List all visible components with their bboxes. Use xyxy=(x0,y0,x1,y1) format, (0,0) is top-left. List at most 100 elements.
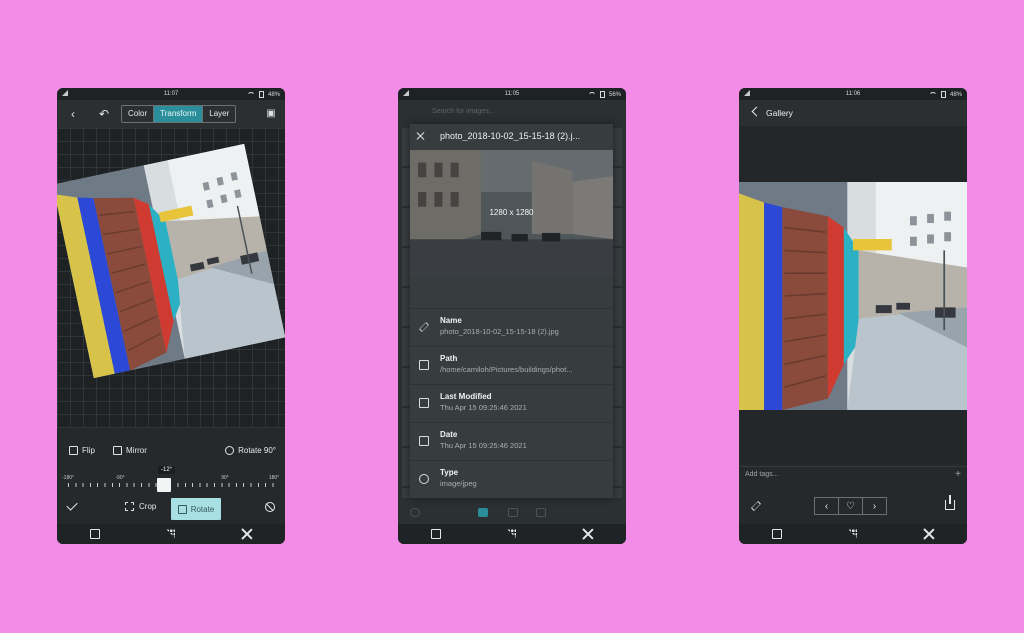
transform-controls: Flip Mirror Rotate 90° xyxy=(57,444,285,460)
image-info-dialog: photo_2018-10-02_15-15-18 (2).j... 1280 … xyxy=(410,124,613,498)
rotated-photo xyxy=(57,144,285,378)
mirror-label: Mirror xyxy=(126,446,147,455)
crop-button[interactable]: Crop xyxy=(125,502,156,511)
tab-folders-icon[interactable] xyxy=(536,508,546,517)
info-row-date[interactable]: Date Thu Apr 15 09:25:46 2021 xyxy=(410,422,613,460)
overview-icon[interactable] xyxy=(89,528,101,540)
ruler-label: -90° xyxy=(115,475,125,481)
rotate90-label: Rotate 90° xyxy=(238,446,276,455)
rotate-icon xyxy=(225,446,235,455)
folder-icon xyxy=(419,360,429,370)
info-value: image/jpeg xyxy=(440,479,477,488)
apply-check-icon[interactable] xyxy=(66,499,78,511)
info-row-name[interactable]: Name photo_2018-10-02_15-15-18 (2).jpg xyxy=(410,308,613,346)
calendar-icon xyxy=(419,436,429,446)
search-input[interactable]: Search for images... xyxy=(406,104,618,120)
calendar-edit-icon xyxy=(419,398,429,408)
undo-icon[interactable]: ↶ xyxy=(97,107,111,121)
rotate-label: Rotate xyxy=(190,504,215,514)
rotation-ruler[interactable]: -180° -90° 90° 180° -12° xyxy=(62,466,280,494)
info-value: photo_2018-10-02_15-15-18 (2).jpg xyxy=(440,327,559,336)
crop-label: Crop xyxy=(139,502,157,511)
rotation-value: -12° xyxy=(158,466,176,474)
wifi-icon xyxy=(246,91,255,98)
battery-icon xyxy=(599,91,605,98)
ruler-label: 180° xyxy=(268,475,280,481)
info-key: Date xyxy=(440,430,458,439)
next-button[interactable]: › xyxy=(862,497,887,515)
page-title[interactable]: Gallery xyxy=(766,108,793,118)
tab-tags-icon[interactable] xyxy=(508,508,518,517)
tags-input[interactable]: Add tags... + xyxy=(739,466,967,484)
rotate90-button[interactable]: Rotate 90° xyxy=(225,446,276,455)
favorite-button[interactable]: ♡ xyxy=(838,497,863,515)
viewer-toolbar: Gallery xyxy=(739,100,967,126)
battery-percent: 48% xyxy=(949,91,962,98)
editor-toolbar: ‹ ↶ Color Transform Layer ▣ xyxy=(57,100,285,128)
home-icon[interactable] xyxy=(506,528,518,540)
overview-icon[interactable] xyxy=(430,528,442,540)
info-key: Type xyxy=(440,468,459,477)
overview-icon[interactable] xyxy=(771,528,783,540)
dialog-header: photo_2018-10-02_15-15-18 (2).j... xyxy=(410,124,613,150)
tab-layer[interactable]: Layer xyxy=(203,106,235,122)
battery-icon xyxy=(258,91,264,98)
dialog-preview: 1280 x 1280 xyxy=(410,150,613,276)
save-icon[interactable]: ▣ xyxy=(264,107,278,121)
edit-canvas[interactable] xyxy=(57,128,285,428)
tab-gallery-icon[interactable] xyxy=(478,508,488,517)
back-icon[interactable]: ‹ xyxy=(66,107,80,121)
pencil-icon xyxy=(419,322,429,332)
info-key: Name xyxy=(440,316,462,325)
tab-transform[interactable]: Transform xyxy=(154,106,204,122)
ruler-ticks xyxy=(68,483,274,487)
system-nav-bar xyxy=(398,524,626,544)
edit-icon[interactable] xyxy=(751,501,761,511)
dialog-title: photo_2018-10-02_15-15-18 (2).j... xyxy=(440,131,581,141)
battery-icon xyxy=(940,91,946,98)
close-icon[interactable] xyxy=(416,131,426,141)
viewer-photo xyxy=(739,182,967,410)
mirror-button[interactable]: Mirror xyxy=(113,446,147,455)
info-row-type[interactable]: Type image/jpeg xyxy=(410,460,613,498)
viewer-actions: ‹ ♡ › xyxy=(739,495,967,518)
close-app-icon[interactable] xyxy=(241,528,253,540)
mirror-icon xyxy=(113,446,122,455)
info-row-path[interactable]: Path /home/camiloh/Pictures/buildings/ph… xyxy=(410,346,613,384)
flip-label: Flip xyxy=(82,446,95,455)
rotate-tool-icon xyxy=(177,504,187,514)
info-key: Last Modified xyxy=(440,392,492,401)
home-icon[interactable] xyxy=(847,528,859,540)
rotation-handle[interactable] xyxy=(157,478,171,492)
image-viewer[interactable] xyxy=(739,126,967,464)
tab-browse-icon[interactable] xyxy=(410,508,420,517)
rotate-button[interactable]: Rotate xyxy=(171,498,221,520)
cancel-icon[interactable] xyxy=(265,502,275,512)
info-value: /home/camiloh/Pictures/buildings/phot... xyxy=(440,365,573,374)
status-bar: 11:06 48% xyxy=(739,88,967,100)
info-value: Thu Apr 15 09:25:46 2021 xyxy=(440,441,527,450)
ruler-label: -180° xyxy=(61,475,75,481)
flip-icon xyxy=(69,446,78,455)
resolution-label: 1280 x 1280 xyxy=(489,208,534,217)
share-icon[interactable] xyxy=(945,495,955,510)
system-nav-bar xyxy=(57,524,285,544)
battery-percent: 56% xyxy=(608,91,621,98)
bottom-tabs xyxy=(398,504,626,522)
close-app-icon[interactable] xyxy=(923,528,935,540)
add-tag-icon[interactable]: + xyxy=(955,469,961,480)
status-bar: 11:05 56% xyxy=(398,88,626,100)
close-app-icon[interactable] xyxy=(582,528,594,540)
info-row-last-modified[interactable]: Last Modified Thu Apr 15 09:25:46 2021 xyxy=(410,384,613,422)
crop-icon xyxy=(125,502,134,511)
flip-button[interactable]: Flip xyxy=(69,446,95,455)
phone-viewer: 11:06 48% Gallery Add tags... + ‹ ♡ › xyxy=(739,88,967,544)
wifi-icon xyxy=(587,91,596,98)
tool-bar: Crop Rotate xyxy=(57,498,285,520)
pager: ‹ ♡ › xyxy=(814,497,887,515)
tab-color[interactable]: Color xyxy=(122,106,155,122)
ruler-label: 90° xyxy=(221,475,229,481)
previous-button[interactable]: ‹ xyxy=(814,497,839,515)
back-icon[interactable] xyxy=(751,106,762,117)
home-icon[interactable] xyxy=(165,528,177,540)
